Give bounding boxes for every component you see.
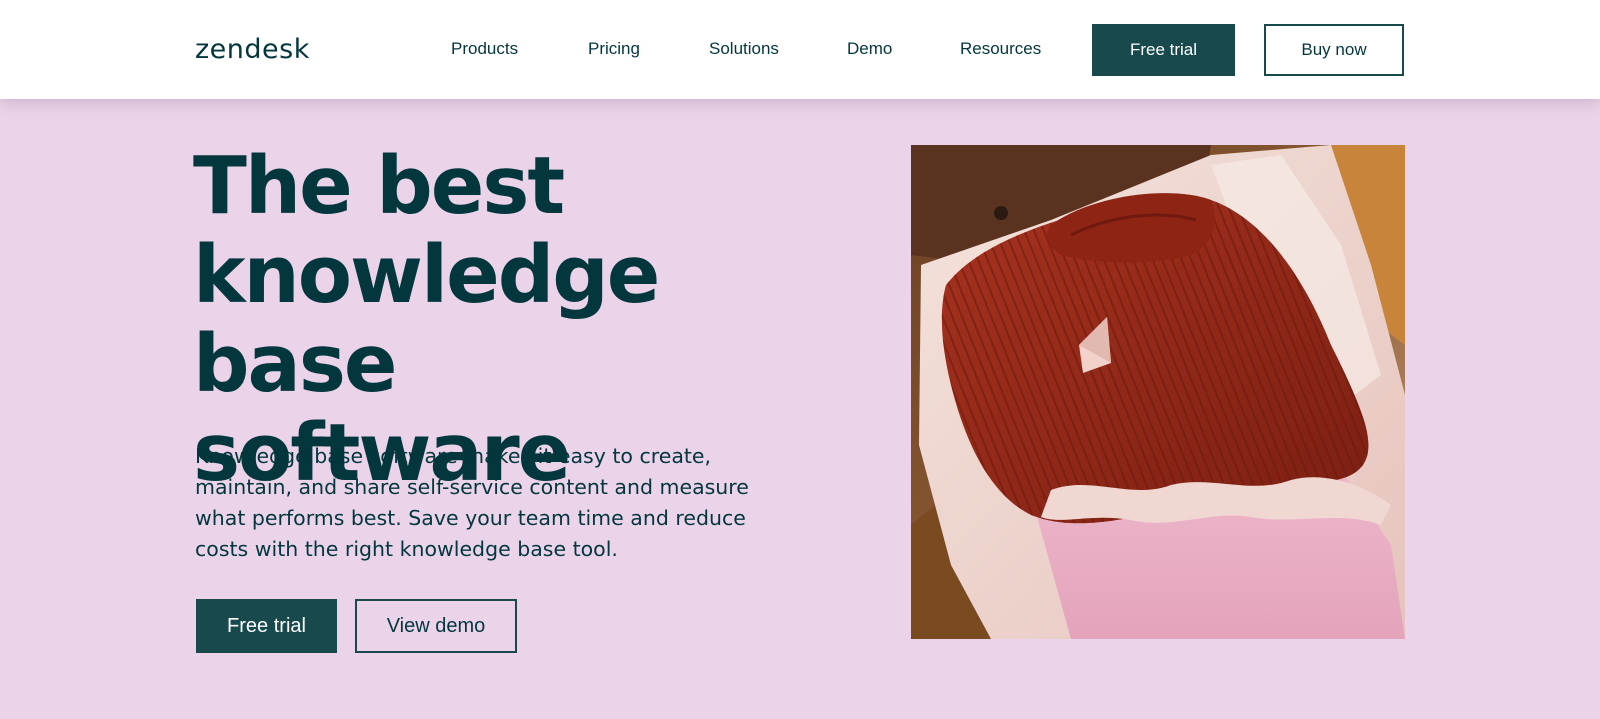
nav-solutions[interactable]: Solutions [709,39,779,59]
nav-free-trial-button[interactable]: Free trial [1092,24,1235,76]
free-trial-button[interactable]: Free trial [196,599,337,653]
nav-pricing[interactable]: Pricing [588,39,640,59]
top-navigation: zendesk Products Pricing Solutions Demo … [0,0,1600,99]
nav-buy-now-button[interactable]: Buy now [1264,24,1404,76]
hero-description: Knowledge base software makes it easy to… [195,444,749,561]
hero-title-line: knowledge base [193,229,660,410]
nav-products[interactable]: Products [451,39,518,59]
nav-demo[interactable]: Demo [847,39,892,59]
view-demo-button[interactable]: View demo [355,599,517,653]
zendesk-logo[interactable]: zendesk [195,34,310,65]
hero-image-sweater-box [911,145,1405,639]
hero-title-line: The best [193,140,565,232]
nav-resources[interactable]: Resources [960,39,1041,59]
